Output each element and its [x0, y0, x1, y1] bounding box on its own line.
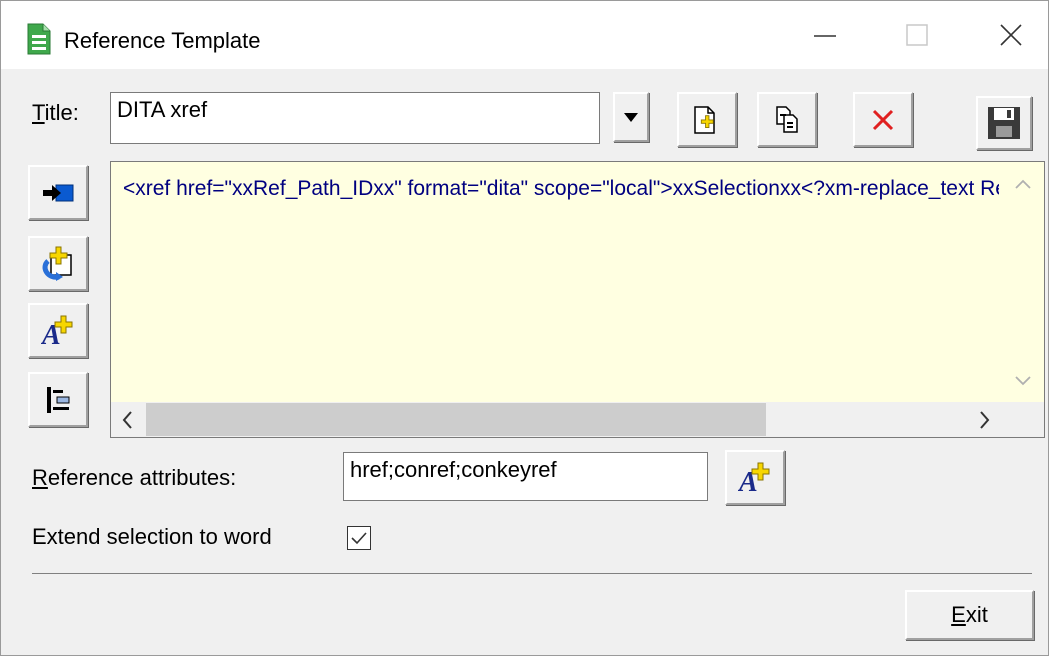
new-page-icon: [694, 105, 715, 134]
dropdown-button[interactable]: [613, 92, 649, 142]
delete-template-button[interactable]: [853, 92, 913, 147]
close-icon: [1000, 24, 1022, 46]
insert-button[interactable]: [28, 165, 88, 220]
copy-pages-icon: [776, 105, 798, 133]
scroll-down-icon[interactable]: [1015, 375, 1031, 387]
maximize-button[interactable]: [871, 1, 963, 69]
text-a-plus-icon: A: [41, 315, 73, 348]
horizontal-scrollbar[interactable]: [111, 402, 1044, 437]
save-template-button[interactable]: [976, 96, 1032, 150]
checkmark-icon: [351, 532, 367, 545]
red-x-icon: [872, 109, 894, 130]
indent-button[interactable]: [28, 372, 88, 427]
title-label: Title:: [32, 99, 79, 127]
exit-button-rest: xit: [965, 602, 988, 627]
close-button[interactable]: [965, 1, 1049, 69]
title-label-mnemonic: T: [32, 100, 45, 125]
exit-button[interactable]: Exit: [905, 590, 1034, 640]
minimize-icon: [814, 35, 836, 37]
floppy-disk-icon: [988, 107, 1020, 139]
template-code-text[interactable]: <xref href="xxRef_Path_IDxx" format="dit…: [123, 176, 999, 202]
scroll-left-icon[interactable]: [121, 411, 133, 429]
rotate-plus-icon: [42, 246, 72, 281]
reference-attributes-input[interactable]: href;conref;conkeyref: [343, 452, 708, 501]
reference-attributes-label: Reference attributes:: [32, 464, 236, 492]
copy-template-button[interactable]: [757, 92, 817, 147]
indent-icon: [47, 386, 70, 413]
add-reference-attribute-button[interactable]: A: [725, 450, 785, 505]
exit-button-mnemonic: E: [951, 602, 966, 627]
minimize-button[interactable]: [779, 1, 871, 69]
title-label-rest: itle:: [44, 100, 79, 125]
reference-attributes-rest: eference attributes:: [47, 465, 237, 490]
reference-attributes-mnemonic: R: [32, 465, 48, 490]
template-editor[interactable]: <xref href="xxRef_Path_IDxx" format="dit…: [110, 161, 1045, 438]
new-template-button[interactable]: [677, 92, 737, 147]
text-a-plus-icon: A: [738, 462, 770, 495]
triangle-down-icon: [624, 113, 638, 122]
scroll-up-icon[interactable]: [1015, 178, 1031, 190]
horizontal-scroll-thumb[interactable]: [146, 403, 766, 436]
window-title: Reference Template: [64, 28, 261, 53]
title-input[interactable]: DITA xref: [110, 92, 600, 144]
insert-reference-button[interactable]: [28, 236, 88, 291]
extend-selection-checkbox[interactable]: [347, 526, 371, 550]
add-attribute-button[interactable]: A: [28, 303, 88, 358]
scroll-right-icon[interactable]: [979, 411, 991, 429]
extend-selection-label: Extend selection to word: [32, 524, 272, 549]
maximize-icon: [906, 24, 928, 46]
separator-line: [32, 573, 1032, 574]
arrow-into-box-icon: [43, 184, 74, 201]
vertical-scrollbar[interactable]: [1001, 162, 1044, 402]
document-sheet-icon: [27, 23, 51, 55]
